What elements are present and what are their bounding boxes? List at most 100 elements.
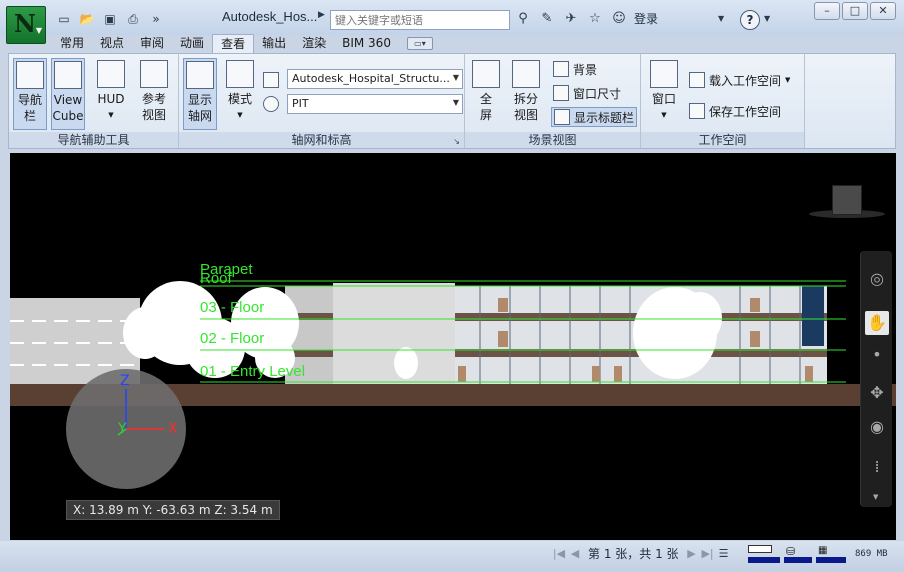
button-label: View: [53, 93, 83, 107]
look-icon[interactable]: ◉: [865, 415, 889, 439]
viewcube-icon[interactable]: [832, 185, 862, 215]
model-file-icon: [263, 72, 279, 88]
building-core: [333, 283, 455, 384]
panel-title: 导航辅助工具: [9, 132, 178, 148]
reference-view-icon: [140, 60, 168, 88]
panel-title: 工作空间: [641, 132, 804, 148]
next-sheet-icon[interactable]: ▶: [685, 547, 699, 560]
window-size-button[interactable]: 窗口尺寸: [553, 83, 621, 103]
search-input[interactable]: [330, 10, 510, 30]
open-file-icon[interactable]: 📂: [77, 9, 97, 29]
windows-button[interactable]: 窗口 ▼: [647, 58, 681, 123]
minimize-button[interactable]: –: [814, 2, 840, 20]
tab-bim360[interactable]: BIM 360: [334, 34, 399, 53]
titlebar-icon: [554, 109, 570, 125]
save-workspace-button[interactable]: 保存工作空间: [689, 101, 781, 121]
button-label: 屏: [479, 108, 492, 122]
select-value: PIT: [292, 97, 309, 110]
satellite-icon[interactable]: ✈: [562, 11, 580, 26]
sheet-browser-icon[interactable]: ☰: [717, 547, 731, 560]
fullscreen-button[interactable]: 全 屏: [469, 58, 503, 123]
pencil-progress-icon: [748, 545, 772, 553]
new-file-icon[interactable]: ▭: [54, 9, 74, 29]
application-menu-button[interactable]: N ▼: [6, 6, 46, 44]
chevron-down-icon[interactable]: ▼: [764, 14, 770, 23]
maximize-button[interactable]: □: [842, 2, 868, 20]
hud-button[interactable]: HUD ▼: [94, 58, 128, 123]
pan-hand-icon[interactable]: ✋: [865, 311, 889, 335]
more-tools-icon[interactable]: »: [146, 9, 166, 29]
window-size-icon: [553, 85, 569, 101]
viewcube-button[interactable]: View Cube: [51, 58, 85, 130]
show-titlebar-button[interactable]: 显示标题栏: [551, 107, 638, 127]
show-grid-button[interactable]: 显示 轴网: [183, 58, 217, 130]
orbit-icon[interactable]: ✥: [865, 381, 889, 405]
panel-launcher-icon[interactable]: ↘: [453, 137, 460, 146]
fullscreen-icon: [472, 60, 500, 88]
grid-icon: [186, 61, 214, 89]
level-label: 02 - Floor: [200, 330, 265, 347]
navigation-bar-button[interactable]: 导航 栏: [13, 58, 47, 130]
button-label: 栏: [23, 109, 36, 123]
previous-sheet-icon[interactable]: ◀: [568, 547, 582, 560]
split-view-icon: [512, 60, 540, 88]
walk-icon[interactable]: ⁞: [865, 455, 889, 479]
button-label: 保存工作空间: [709, 104, 782, 119]
close-button[interactable]: ✕: [870, 2, 896, 20]
chevron-down-icon: ▼: [237, 111, 243, 119]
tab-home[interactable]: 常用: [52, 34, 92, 53]
star-icon[interactable]: ☆: [586, 11, 604, 26]
user-icon[interactable]: ☺: [610, 11, 628, 26]
viewcube-icon: [54, 61, 82, 89]
chevron-down-icon[interactable]: ▼: [873, 493, 878, 501]
binoculars-icon[interactable]: ⚲: [514, 11, 532, 26]
button-label: 全: [479, 92, 492, 106]
help-button[interactable]: ?: [740, 10, 760, 30]
background-button[interactable]: 背景: [553, 59, 597, 79]
last-sheet-icon[interactable]: ▶|: [701, 547, 715, 560]
sheet-indicator: 第 1 张，共 1 张: [588, 547, 679, 561]
zoom-icon[interactable]: •: [865, 343, 889, 367]
steering-wheel-icon[interactable]: ◎: [865, 267, 889, 291]
first-sheet-icon[interactable]: |◀: [552, 547, 566, 560]
button-label: 窗口: [651, 92, 676, 106]
ribbon-tabs: 常用 视点 审阅 动画 查看 输出 渲染 BIM 360 ▭▾: [52, 34, 433, 54]
document-title: Autodesk_Hos...: [222, 9, 318, 24]
chevron-down-icon: ▼: [108, 111, 114, 119]
reference-views-button[interactable]: 参考 视图: [137, 58, 171, 123]
tab-output[interactable]: 输出: [254, 34, 294, 53]
chevron-down-icon: ▼: [452, 73, 459, 82]
button-label: 参考: [141, 92, 166, 106]
title-tools: ⚲ ✎ ✈ ☆ ☺ 登录: [514, 10, 718, 27]
hud-icon: [97, 60, 125, 88]
button-label: Cube: [52, 109, 84, 123]
ribbon-minimize-icon[interactable]: ▭▾: [406, 37, 433, 50]
tab-render[interactable]: 渲染: [294, 34, 334, 53]
login-dropdown-icon[interactable]: ▼: [718, 14, 724, 23]
load-workspace-button[interactable]: 载入工作空间 ▼: [689, 70, 790, 90]
mode-button[interactable]: 模式 ▼: [223, 58, 257, 123]
save-icon[interactable]: ▣: [100, 9, 120, 29]
grids-levels-panel: 显示 轴网 模式 ▼ Autodesk_Hospital_Structu... …: [179, 54, 465, 148]
panel-title: 场景视图: [465, 132, 640, 148]
tab-viewpoint[interactable]: 视点: [92, 34, 132, 53]
wrench-icon[interactable]: ✎: [538, 11, 556, 26]
tab-review[interactable]: 审阅: [132, 34, 172, 53]
print-icon[interactable]: ⎙: [123, 9, 143, 29]
tab-animation[interactable]: 动画: [172, 34, 212, 53]
navigation-aids-panel: 导航 栏 View Cube HUD ▼ 参考 视图 导航辅助工具: [9, 54, 179, 148]
split-view-button[interactable]: 拆分 视图: [509, 58, 543, 123]
button-label: 显示标题栏: [574, 110, 635, 125]
button-label: 显示: [187, 93, 212, 107]
tab-view[interactable]: 查看: [212, 34, 255, 54]
sheet-navigation: |◀ ◀ 第 1 张，共 1 张 ▶ ▶| ☰: [552, 545, 731, 562]
lock-icon: [226, 60, 254, 88]
curtain-wall-panel: [802, 286, 824, 346]
login-link[interactable]: 登录: [634, 10, 658, 27]
window-controls: – □ ✕: [814, 2, 896, 20]
3d-viewport[interactable]: Parapet Roof 03 - Floor 02 - Floor 01 - …: [10, 153, 896, 540]
load-workspace-icon: [689, 72, 705, 88]
chevron-right-icon[interactable]: ▶: [318, 10, 325, 20]
grid-model-select[interactable]: Autodesk_Hospital_Structu... ▼: [287, 69, 463, 89]
level-select[interactable]: PIT ▼: [287, 94, 463, 114]
